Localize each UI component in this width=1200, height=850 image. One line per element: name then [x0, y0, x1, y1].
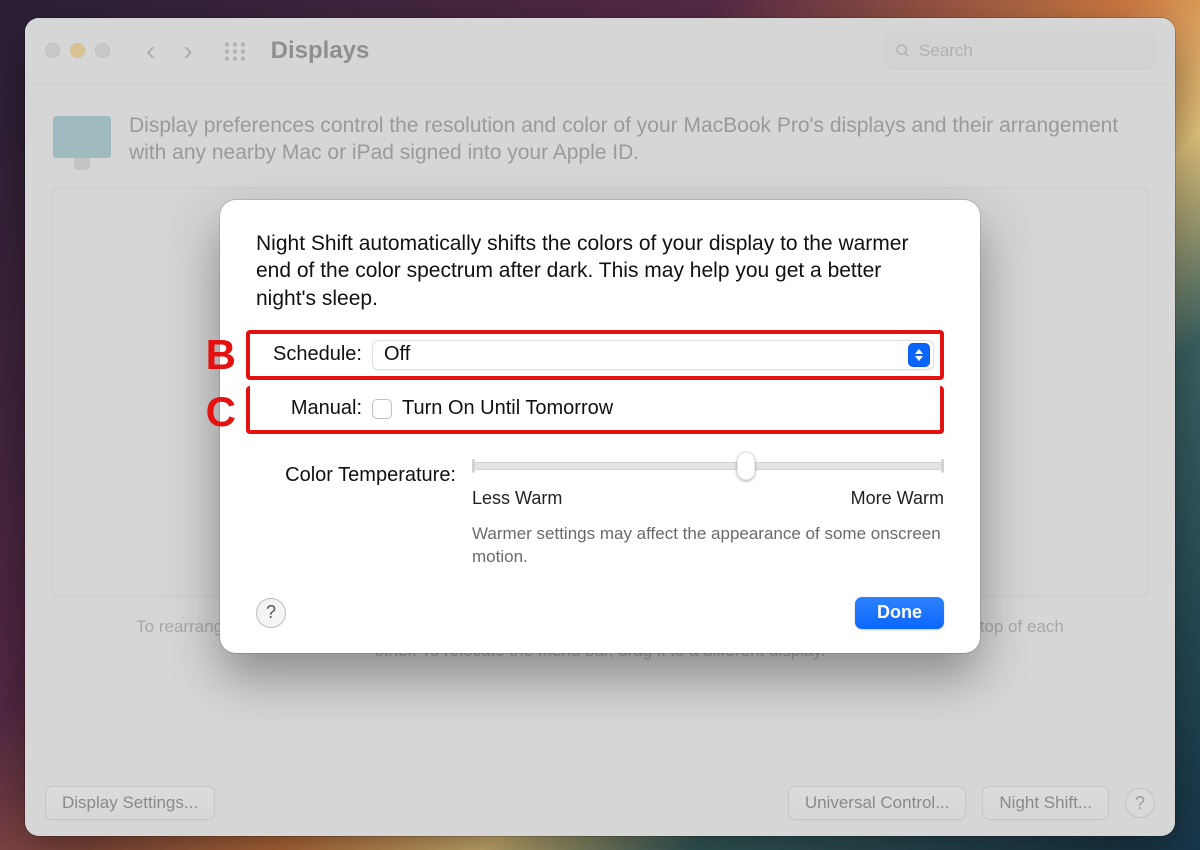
- display-monitor-icon: [53, 116, 111, 158]
- annotation-box-c: Manual: Turn On Until Tomorrow: [246, 386, 944, 434]
- done-button[interactable]: Done: [855, 597, 944, 629]
- display-settings-label: Display Settings...: [62, 793, 198, 813]
- color-temperature-label: Color Temperature:: [256, 462, 456, 487]
- slider-max-label: More Warm: [851, 488, 944, 509]
- manual-checkbox-label: Turn On Until Tomorrow: [402, 397, 613, 420]
- help-button[interactable]: ?: [1125, 788, 1155, 818]
- window-traffic-lights: [45, 43, 110, 58]
- nav-forward-icon[interactable]: ›: [183, 37, 192, 65]
- manual-label: Manual:: [258, 397, 362, 420]
- slider-min-label: Less Warm: [472, 488, 562, 509]
- search-placeholder: Search: [919, 41, 973, 61]
- schedule-row: Schedule: Off: [258, 338, 934, 372]
- search-field[interactable]: Search: [885, 33, 1155, 69]
- schedule-label: Schedule:: [258, 343, 362, 366]
- color-temperature-hint: Warmer settings may affect the appearanc…: [472, 523, 944, 569]
- universal-control-label: Universal Control...: [805, 793, 950, 813]
- night-shift-button[interactable]: Night Shift...: [982, 786, 1109, 820]
- color-temperature-slider[interactable]: [472, 462, 944, 470]
- color-temperature-row: Color Temperature: Less Warm More Warm W…: [256, 462, 944, 569]
- dropdown-stepper-icon: [908, 343, 930, 367]
- system-preferences-window: ‹ › Displays Search Display preferences …: [25, 18, 1175, 836]
- display-settings-button[interactable]: Display Settings...: [45, 786, 215, 820]
- schedule-value: Off: [384, 343, 410, 366]
- annotation-box-b: Schedule: Off: [246, 330, 944, 380]
- manual-row: Manual: Turn On Until Tomorrow: [258, 392, 934, 426]
- annotation-letter-b: B: [192, 334, 246, 376]
- done-button-label: Done: [877, 602, 922, 623]
- sheet-help-button[interactable]: ?: [256, 598, 286, 628]
- slider-thumb[interactable]: [737, 452, 755, 480]
- window-minimize-button[interactable]: [70, 43, 85, 58]
- nav-back-icon[interactable]: ‹: [146, 37, 155, 65]
- night-shift-label: Night Shift...: [999, 793, 1092, 813]
- universal-control-button[interactable]: Universal Control...: [788, 786, 967, 820]
- sheet-help-label: ?: [266, 602, 276, 623]
- window-zoom-button[interactable]: [95, 43, 110, 58]
- intro-text: Display preferences control the resoluti…: [129, 112, 1143, 167]
- window-footer: Display Settings... Universal Control...…: [25, 786, 1175, 820]
- night-shift-sheet: Night Shift automatically shifts the col…: [220, 200, 980, 653]
- window-close-button[interactable]: [45, 43, 60, 58]
- show-all-grid-icon[interactable]: [223, 41, 247, 61]
- window-title: Displays: [271, 37, 370, 65]
- annotation-letter-c: C: [192, 391, 246, 433]
- sheet-description: Night Shift automatically shifts the col…: [256, 230, 944, 312]
- search-icon: [895, 43, 911, 59]
- window-toolbar: ‹ › Displays Search: [25, 18, 1175, 84]
- manual-checkbox[interactable]: [372, 399, 392, 419]
- schedule-dropdown[interactable]: Off: [372, 340, 934, 370]
- intro-row: Display preferences control the resoluti…: [53, 112, 1143, 167]
